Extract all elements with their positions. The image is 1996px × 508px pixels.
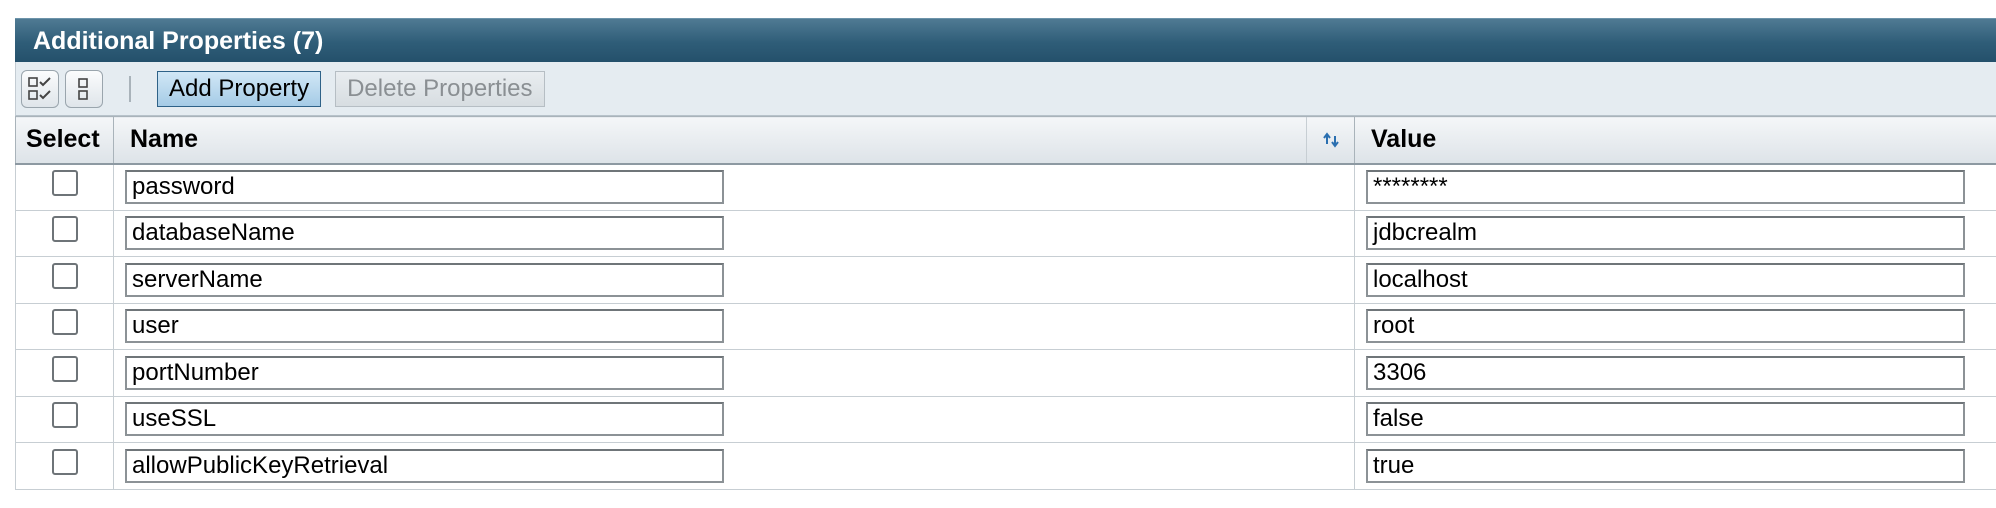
select-cell [15, 302, 114, 350]
table-row: allowPublicKeyRetrieval true [15, 442, 1996, 490]
column-header-name-label: Name [130, 125, 199, 154]
property-name-input[interactable]: serverName [125, 262, 724, 297]
table-row: user root [15, 302, 1996, 350]
value-cell: false [1354, 395, 1996, 443]
table-row: serverName localhost [15, 256, 1996, 304]
panel-title: Additional Properties (7) [15, 18, 1996, 62]
property-name-input[interactable]: password [125, 170, 724, 204]
table-row: useSSL false [15, 395, 1996, 443]
value-cell: localhost [1354, 256, 1996, 304]
sort-icon[interactable] [1306, 117, 1354, 163]
column-header-select: Select [15, 116, 114, 165]
value-cell: root [1354, 302, 1996, 350]
property-value-input[interactable]: localhost [1366, 262, 1965, 297]
column-header-value: Value [1354, 116, 1996, 165]
row-select-checkbox[interactable] [51, 448, 78, 475]
table-row: portNumber 3306 [15, 349, 1996, 397]
row-select-checkbox[interactable] [51, 216, 78, 243]
name-cell: serverName [113, 256, 1355, 304]
table-toolbar: Add Property Delete Properties [15, 62, 1996, 116]
row-select-checkbox[interactable] [51, 355, 78, 382]
properties-table: Select Name Value password ******** databa [15, 116, 1996, 490]
add-property-button[interactable]: Add Property [157, 70, 322, 107]
table-row: password ******** [15, 163, 1996, 211]
property-name-input[interactable]: allowPublicKeyRetrieval [125, 448, 724, 483]
property-value-input[interactable]: false [1366, 402, 1965, 437]
select-all-icon[interactable] [21, 69, 59, 108]
select-cell [15, 442, 114, 490]
property-name-input[interactable]: portNumber [125, 355, 724, 390]
select-cell [15, 209, 114, 257]
value-cell: jdbcrealm [1354, 209, 1996, 257]
row-select-checkbox[interactable] [51, 309, 78, 336]
select-cell [15, 395, 114, 443]
property-name-input[interactable]: databaseName [125, 216, 724, 251]
table-header-row: Select Name Value [15, 116, 1996, 165]
select-cell [15, 256, 114, 304]
additional-properties-panel: Additional Properties (7) Add Property D… [15, 18, 1996, 490]
select-cell [15, 349, 114, 397]
delete-properties-button[interactable]: Delete Properties [335, 70, 545, 107]
value-cell: true [1354, 442, 1996, 490]
name-cell: portNumber [113, 349, 1355, 397]
property-value-input[interactable]: root [1366, 309, 1965, 344]
row-select-checkbox[interactable] [51, 402, 78, 429]
name-cell: user [113, 302, 1355, 350]
row-select-checkbox[interactable] [51, 170, 78, 196]
property-name-input[interactable]: user [125, 309, 724, 344]
property-value-input[interactable]: true [1366, 448, 1965, 483]
row-select-checkbox[interactable] [51, 262, 78, 289]
select-cell [15, 163, 114, 211]
toolbar-separator [129, 75, 131, 102]
name-cell: databaseName [113, 209, 1355, 257]
deselect-all-icon[interactable] [65, 69, 103, 108]
property-name-input[interactable]: useSSL [125, 402, 724, 437]
name-cell: useSSL [113, 395, 1355, 443]
name-cell: password [113, 163, 1355, 211]
property-value-input[interactable]: ******** [1366, 170, 1965, 204]
property-value-input[interactable]: jdbcrealm [1366, 216, 1965, 251]
table-row: databaseName jdbcrealm [15, 209, 1996, 257]
property-value-input[interactable]: 3306 [1366, 355, 1965, 390]
column-header-name[interactable]: Name [113, 116, 1355, 165]
value-cell: ******** [1354, 163, 1996, 211]
name-cell: allowPublicKeyRetrieval [113, 442, 1355, 490]
value-cell: 3306 [1354, 349, 1996, 397]
